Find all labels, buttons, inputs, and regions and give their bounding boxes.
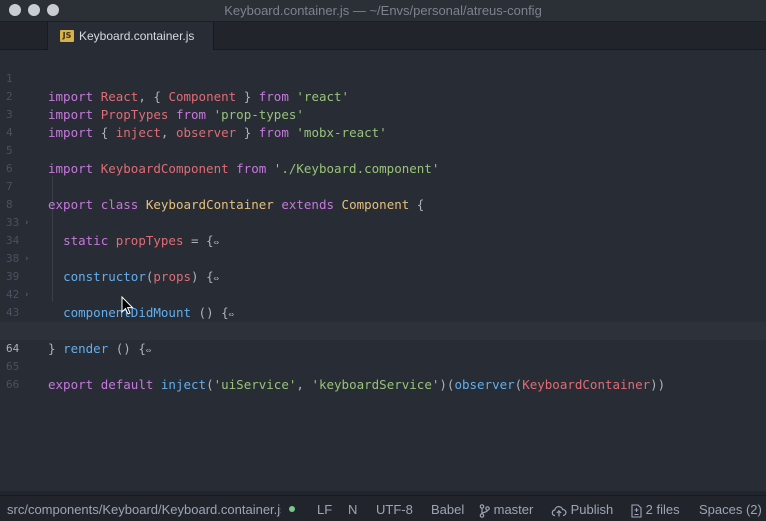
status-bar: src/components/Keyboard/Keyboard.contain…: [0, 495, 766, 521]
git-branch[interactable]: master: [479, 502, 533, 518]
grammar-selector[interactable]: Babel: [431, 502, 464, 517]
code-line: 42: [0, 268, 766, 301]
code-line: 8 › static propTypes = {⇔: [0, 178, 766, 248]
indent-selector[interactable]: Spaces (2): [699, 502, 762, 517]
code-line: 2 import PropTypes from 'prop-types': [0, 70, 766, 122]
code-line: 66: [0, 358, 766, 391]
window-title: Keyboard.container.js — ~/Envs/personal/…: [224, 3, 542, 18]
encoding-selector[interactable]: UTF-8: [376, 502, 413, 517]
code-line: 43 › render () {⇔: [0, 286, 766, 356]
file-path[interactable]: src/components/Keyboard/Keyboard.contain…: [7, 502, 281, 517]
line-ending-selector[interactable]: LF: [317, 502, 332, 517]
cloud-upload-icon: [551, 505, 567, 517]
code-line: 65 export default inject('uiService', 'k…: [0, 340, 766, 392]
code-line: 5 import KeyboardComponent from './Keybo…: [0, 124, 766, 176]
diff-file-icon: [631, 504, 642, 518]
code-line-active: 64: [0, 322, 766, 355]
mouse-pointer-icon: [121, 296, 134, 315]
code-line: 4: [0, 106, 766, 139]
code-line: 33: [0, 196, 766, 229]
git-status-icon: [289, 506, 295, 512]
code-line: 7 export class KeyboardContainer extends…: [0, 160, 766, 212]
git-branch-icon: [479, 503, 490, 518]
code-editor[interactable]: 1 import React, { Component } from 'reac…: [0, 50, 766, 491]
code-line: 1 import React, { Component } from 'reac…: [0, 52, 766, 104]
publish-label: Publish: [570, 502, 614, 517]
changed-files-label: 2 files: [645, 502, 680, 517]
n-indicator[interactable]: N: [348, 502, 357, 517]
tab-bar: JS Keyboard.container.js: [0, 22, 766, 51]
title-bar: Keyboard.container.js — ~/Envs/personal/…: [0, 0, 766, 22]
js-file-icon: JS: [60, 30, 74, 42]
code-line: 63 }: [0, 304, 766, 356]
code-line: 34 › constructor(props) {⇔: [0, 214, 766, 284]
code-line: 6: [0, 142, 766, 175]
git-branch-label: master: [493, 502, 534, 517]
tab-label: Keyboard.container.js: [79, 29, 195, 43]
changed-files[interactable]: 2 files: [631, 502, 680, 518]
line-number[interactable]: 66: [0, 376, 36, 394]
code-line: 38: [0, 232, 766, 265]
publish-button[interactable]: Publish: [551, 502, 613, 517]
code-line: 39 › componentDidMount () {⇔: [0, 250, 766, 320]
tab-keyboard-container[interactable]: JS Keyboard.container.js: [47, 22, 214, 51]
code-line: 3 import { inject, observer } from 'mobx…: [0, 88, 766, 140]
